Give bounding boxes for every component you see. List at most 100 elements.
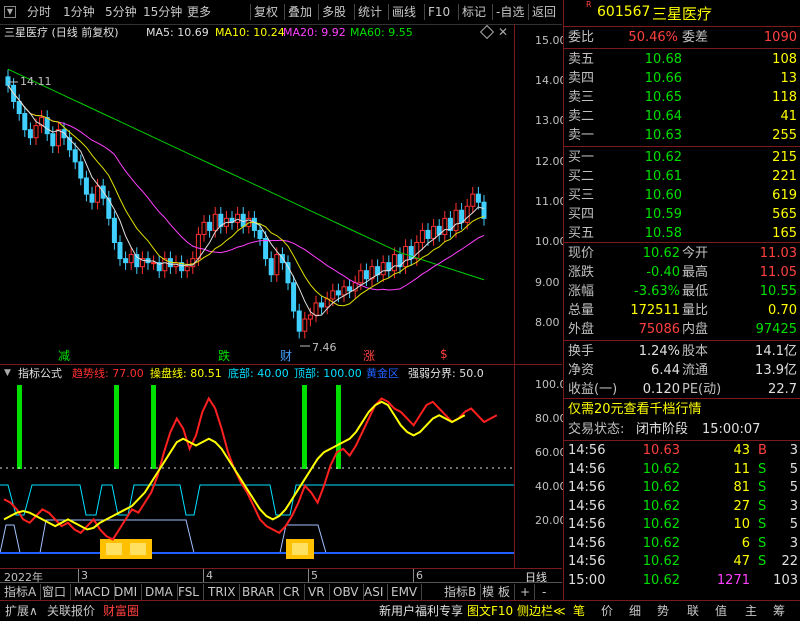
- sell-level-row[interactable]: 卖四 10.66 13: [564, 69, 800, 88]
- remove-watchlist-button[interactable]: -自选: [492, 4, 527, 20]
- stat-label: 流通: [682, 363, 709, 378]
- stats-button[interactable]: 统计: [354, 4, 385, 20]
- tick-volume: 27: [733, 498, 750, 514]
- indicator-panel[interactable]: ▼ 指标公式 趋势线: 77.00 操盘线: 80.51 底部: 40.00 顶…: [0, 364, 574, 569]
- collapse-icon[interactable]: ▼: [4, 6, 16, 18]
- zoom-out-button[interactable]: -: [538, 584, 550, 600]
- buy-level-row[interactable]: 买四 10.59 565: [564, 205, 800, 224]
- level-price: 10.62: [644, 150, 682, 165]
- tab-trix[interactable]: TRIX: [204, 584, 241, 600]
- event-mark-reduce[interactable]: 减: [58, 347, 70, 364]
- tick-time: 14:56: [568, 535, 606, 551]
- tick-volume: 10: [733, 517, 750, 532]
- tab-macd[interactable]: MACD: [70, 584, 115, 600]
- month-tick: 5: [308, 569, 318, 582]
- tab-board[interactable]: 板: [494, 584, 516, 600]
- level-label: 买三: [568, 188, 595, 203]
- tab-emv[interactable]: EMV: [387, 584, 423, 600]
- tick-row: 14:56 10.62 81 S 5: [564, 479, 800, 497]
- promo-text[interactable]: 仅需20元查看千档行情: [568, 400, 702, 419]
- f10-button[interactable]: F10: [424, 4, 453, 20]
- stat-value: 172511: [630, 303, 680, 318]
- stat-value: 0.120: [642, 382, 680, 397]
- level-volume: 165: [772, 226, 797, 241]
- period-more-button[interactable]: 更多: [184, 4, 214, 20]
- price-tick: 10.00: [535, 235, 567, 248]
- fuquan-button[interactable]: 复权: [250, 4, 281, 20]
- sell-level-row[interactable]: 卖五 10.68 108: [564, 50, 800, 69]
- price-tick: 13.00: [535, 114, 567, 127]
- tab-chips[interactable]: 筹: [770, 602, 788, 620]
- sell-level-row[interactable]: 卖一 10.63 255: [564, 126, 800, 145]
- zoom-in-button[interactable]: +: [516, 584, 536, 600]
- event-mark-finance[interactable]: 财: [280, 347, 292, 364]
- tab-fsl[interactable]: FSL: [174, 584, 204, 600]
- kline-panel[interactable]: 三星医疗 (日线 前复权) MA5: 10.69 MA10: 10.24 MA2…: [0, 24, 567, 364]
- promo-link[interactable]: 新用户福利专享: [376, 602, 466, 620]
- indicator-tabs: 指标A 窗口 MACD DMI DMA FSL TRIX BRAR CR VR …: [0, 582, 562, 601]
- tab-price[interactable]: 价: [598, 602, 616, 620]
- tab-asi[interactable]: ASI: [360, 584, 389, 600]
- tab-dma[interactable]: DMA: [141, 584, 178, 600]
- back-button[interactable]: 返回: [528, 4, 559, 20]
- stat-label: 总量: [568, 303, 595, 318]
- tab-brar[interactable]: BRAR: [238, 584, 280, 600]
- period-15min-button[interactable]: 15分钟: [140, 4, 185, 20]
- tab-vr[interactable]: VR: [304, 584, 330, 600]
- wealth-circle-button[interactable]: 财富圈: [100, 602, 142, 620]
- stat-label: 量比: [682, 303, 709, 318]
- tab-main[interactable]: 主: [742, 602, 760, 620]
- price-tick: 15.00: [535, 34, 567, 47]
- weibi-row: 委比 50.46% 委差 1090: [564, 28, 800, 47]
- tab-trades[interactable]: 笔: [570, 602, 588, 620]
- tab-dmi[interactable]: DMI: [110, 584, 143, 600]
- tab-cr[interactable]: CR: [279, 584, 305, 600]
- tab-indicator-a[interactable]: 指标A: [0, 584, 42, 600]
- buy-level-row[interactable]: 买三 10.60 619: [564, 186, 800, 205]
- sell-level-row[interactable]: 卖二 10.64 41: [564, 107, 800, 126]
- level-volume: 108: [772, 52, 797, 67]
- event-mark-rise[interactable]: 涨: [363, 347, 375, 364]
- buy-level-row[interactable]: 买一 10.62 215: [564, 148, 800, 167]
- mark-button[interactable]: 标记: [458, 4, 489, 20]
- tab-trend[interactable]: 势: [654, 602, 672, 620]
- tab-detail[interactable]: 细: [626, 602, 644, 620]
- draw-line-button[interactable]: 画线: [388, 4, 419, 20]
- expand-button[interactable]: 扩展∧: [2, 602, 41, 620]
- period-5min-button[interactable]: 5分钟: [102, 4, 140, 20]
- quote-stat-row: 净资 6.44 流通 13.9亿: [564, 361, 800, 380]
- event-mark-fall[interactable]: 跌: [218, 347, 230, 364]
- divider: [564, 48, 800, 49]
- tab-value[interactable]: 值: [712, 602, 730, 620]
- multi-stock-button[interactable]: 多股: [318, 4, 349, 20]
- tick-row: 14:56 10.62 11 S 5: [564, 461, 800, 479]
- stat-value: 1.24%: [638, 344, 680, 359]
- price-tick: 11.00: [535, 195, 567, 208]
- period-fenshi-button[interactable]: 分时: [24, 4, 54, 20]
- event-mark-dollar[interactable]: $: [440, 347, 448, 361]
- tick-count: 5: [789, 517, 798, 532]
- overlay-button[interactable]: 叠加: [284, 4, 315, 20]
- tick-time: 14:56: [568, 461, 606, 477]
- stat-value: 6.44: [651, 363, 680, 378]
- buy-level-row[interactable]: 买二 10.61 221: [564, 167, 800, 186]
- tick-price: 10.63: [642, 443, 680, 458]
- tick-time: 14:56: [568, 480, 606, 495]
- tab-obv[interactable]: OBV: [329, 584, 364, 600]
- stock-name: 三星医疗: [652, 5, 713, 23]
- related-quotes-button[interactable]: 关联报价: [44, 602, 98, 620]
- tab-indicator-b[interactable]: 指标B: [440, 584, 482, 600]
- indicator-tick: 80.00: [535, 412, 567, 425]
- tab-link[interactable]: 联: [684, 602, 702, 620]
- level-price: 10.64: [644, 109, 682, 124]
- quote-stat-row: 涨幅 -3.63% 最低 10.55: [564, 282, 800, 301]
- promo-row[interactable]: 仅需20元查看千档行情: [564, 400, 800, 419]
- tick-price: 10.62: [642, 554, 680, 569]
- buy-level-row[interactable]: 买五 10.58 165: [564, 224, 800, 243]
- tab-window[interactable]: 窗口: [38, 584, 72, 600]
- period-1min-button[interactable]: 1分钟: [60, 4, 98, 20]
- sidebar-toggle[interactable]: 侧边栏≪: [514, 602, 569, 620]
- stat-value: 11.05: [759, 265, 797, 280]
- f10-text-button[interactable]: 图文F10: [464, 602, 516, 620]
- sell-level-row[interactable]: 卖三 10.65 118: [564, 88, 800, 107]
